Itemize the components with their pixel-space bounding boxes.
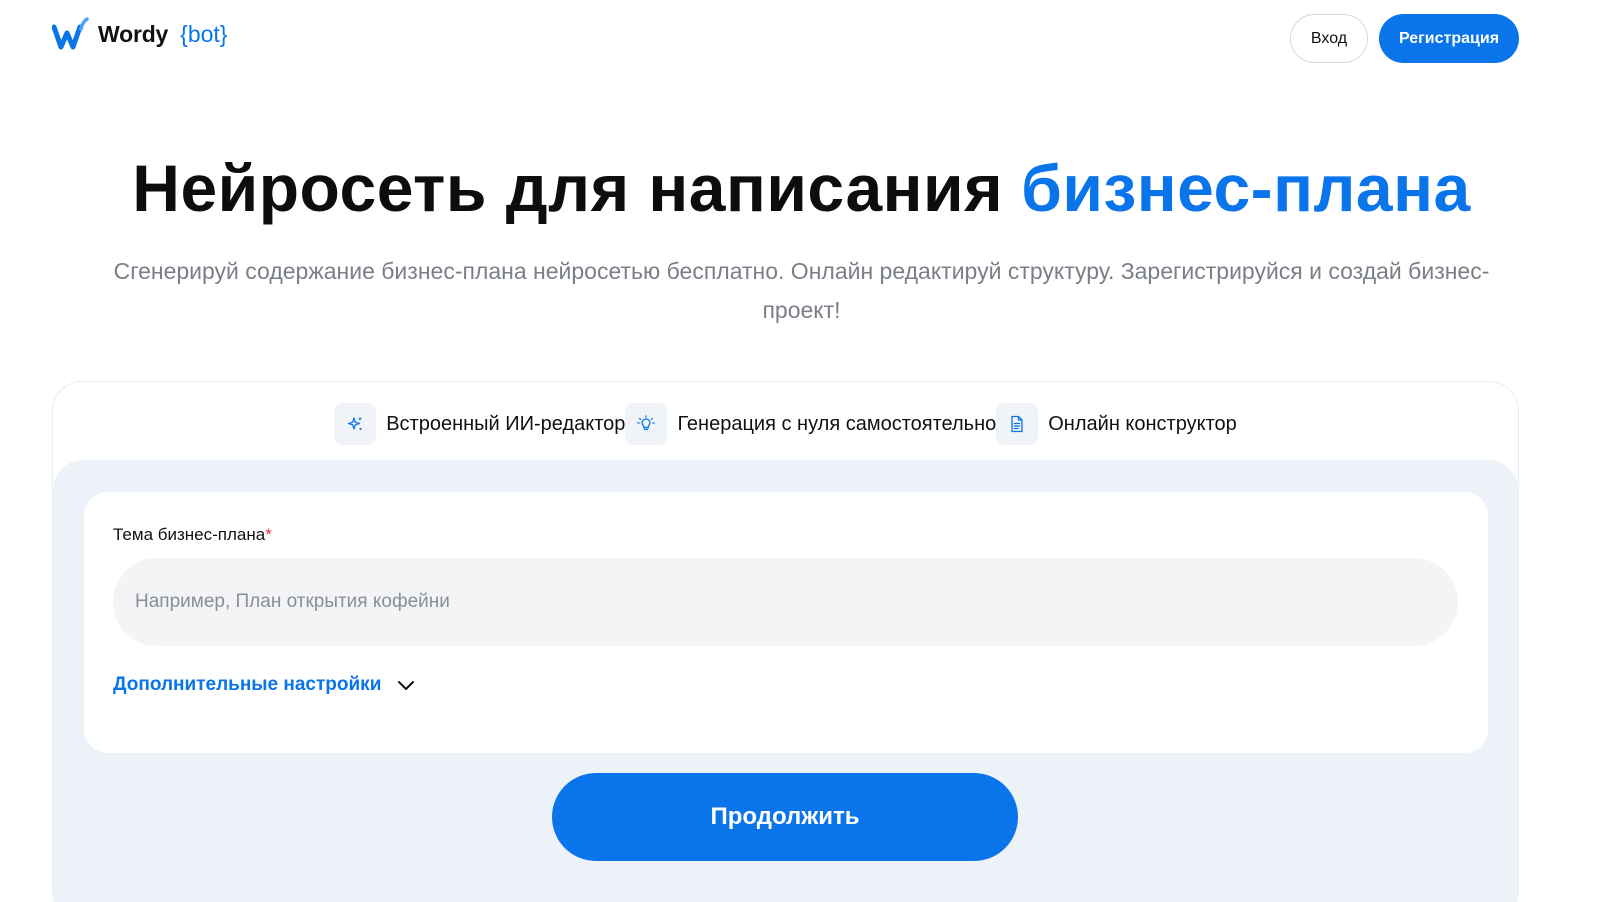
logo-bot-text: {bot} (180, 20, 228, 47)
feature-list: Встроенный ИИ-редактор Генерация с нуля … (53, 403, 1518, 445)
hero-title-main: Нейросеть для написания (132, 151, 1004, 225)
form-panel: Тема бизнес-плана* Дополнительные настро… (53, 460, 1518, 902)
logo-text: Wordy (98, 20, 169, 47)
required-mark: * (265, 525, 272, 544)
logo[interactable]: Wordy {bot} (52, 14, 227, 54)
generator-card: Встроенный ИИ-редактор Генерация с нуля … (52, 381, 1519, 902)
lightbulb-icon (625, 403, 668, 445)
feature-generation: Генерация с нуля самостоятельно (625, 403, 996, 445)
topic-label: Тема бизнес-плана* (113, 525, 272, 545)
more-settings-toggle[interactable]: Дополнительные настройки (113, 674, 417, 696)
register-button[interactable]: Регистрация (1379, 14, 1519, 63)
feature-label: Генерация с нуля самостоятельно (677, 412, 997, 435)
document-icon (996, 403, 1039, 445)
topic-input[interactable] (113, 558, 1458, 646)
feature-label: Встроенный ИИ-редактор (386, 412, 626, 435)
login-button[interactable]: Вход (1290, 14, 1368, 63)
hero-title-accent: бизнес-плана (1021, 151, 1471, 225)
feature-constructor: Онлайн конструктор (996, 403, 1237, 445)
wordy-logo-icon (52, 17, 89, 50)
continue-button[interactable]: Продолжить (552, 773, 1018, 861)
feature-ai-editor: Встроенный ИИ-редактор (334, 403, 625, 445)
page: Wordy {bot} Вход Регистрация Нейросеть д… (0, 0, 1603, 902)
more-settings-label: Дополнительные настройки (113, 674, 382, 695)
sparkles-icon (334, 403, 377, 445)
hero-subtitle: Сгенерируй содержание бизнес-плана нейро… (113, 258, 1490, 323)
feature-label: Онлайн конструктор (1048, 412, 1237, 435)
hero-title: Нейросеть для написания бизнес-плана (0, 150, 1603, 226)
form-box: Тема бизнес-плана* Дополнительные настро… (84, 492, 1488, 753)
topic-label-text: Тема бизнес-плана (113, 525, 266, 544)
chevron-down-icon (398, 681, 415, 690)
